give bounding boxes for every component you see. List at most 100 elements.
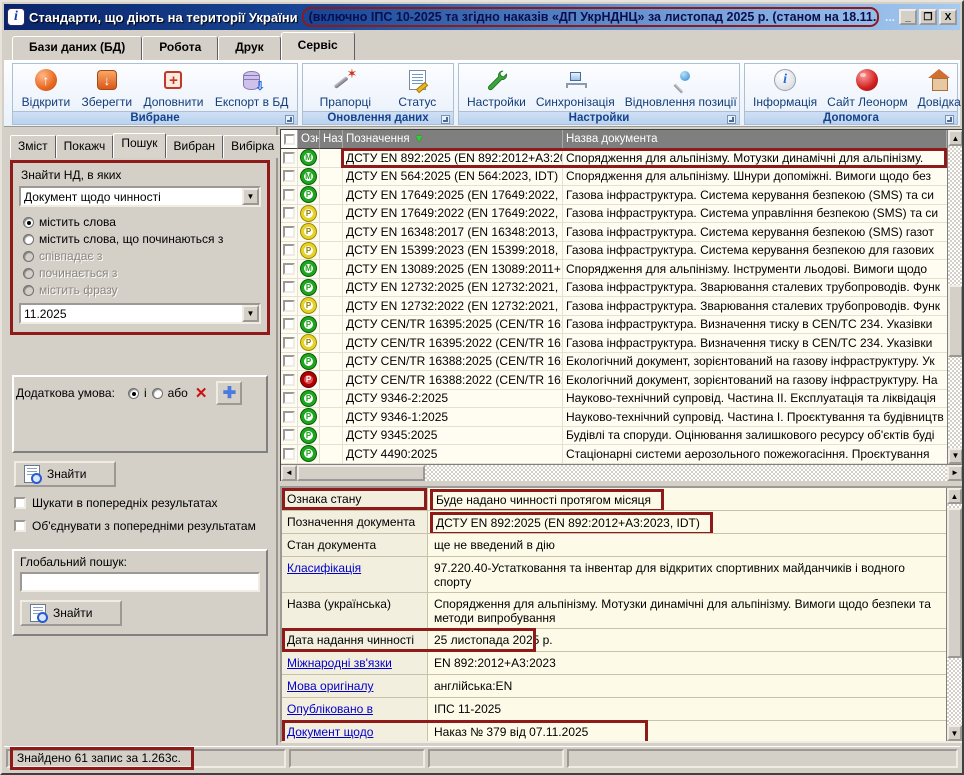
row-checkbox[interactable]: [283, 281, 295, 293]
column-header-naz[interactable]: Наз: [320, 130, 343, 149]
table-row[interactable]: PДСТУ EN 17649:2022 (EN 17649:2022,Газов…: [281, 205, 947, 224]
scroll-left-icon[interactable]: ◄: [281, 465, 297, 481]
table-row[interactable]: PДСТУ EN 17649:2025 (EN 17649:2022,Газов…: [281, 186, 947, 205]
search-value-combobox[interactable]: 11.2025 ▼: [19, 303, 261, 324]
close-button[interactable]: X: [939, 9, 957, 25]
vscroll-thumb[interactable]: [947, 508, 962, 658]
toolbar-button-відновлення-позиції[interactable]: Відновлення позиції: [621, 66, 741, 111]
tab-databases[interactable]: Бази даних (БД): [12, 36, 142, 60]
table-row[interactable]: PДСТУ 9346-2:2025Науково-технічний супро…: [281, 390, 947, 409]
row-checkbox[interactable]: [283, 392, 295, 404]
table-row[interactable]: PДСТУ CEN/TR 16395:2025 (CEN/TR 16:Газов…: [281, 316, 947, 335]
or-radio[interactable]: [152, 388, 163, 399]
global-search-input[interactable]: [20, 572, 260, 592]
sidebar-tab-selection[interactable]: Вибірка: [223, 135, 282, 158]
tab-print[interactable]: Друк: [218, 36, 280, 60]
row-checkbox[interactable]: [283, 226, 295, 238]
select-all-header-cell[interactable]: [281, 130, 298, 149]
sidebar-tab-index[interactable]: Покажч: [56, 135, 114, 158]
toolbar-button-доповнити[interactable]: +Доповнити: [139, 66, 207, 111]
search-field-combobox[interactable]: Документ щодо чинності ▼: [19, 186, 261, 207]
toolbar-button-сайт-леонорм[interactable]: Сайт Леонорм: [823, 66, 911, 111]
toolbar-button-прапорці[interactable]: Прапорці: [316, 66, 375, 111]
toolbar-button-зберегти[interactable]: ↓Зберегти: [78, 66, 137, 111]
row-checkbox[interactable]: [283, 318, 295, 330]
hscroll-thumb[interactable]: [297, 465, 425, 481]
row-checkbox[interactable]: [283, 355, 295, 367]
tab-service[interactable]: Сервіс: [281, 32, 355, 60]
toolbar-button-експорт-в-бд[interactable]: Експорт в БД: [211, 66, 293, 111]
table-row[interactable]: PДСТУ 9346-1:2025Науково-технічний супро…: [281, 408, 947, 427]
row-checkbox[interactable]: [283, 411, 295, 423]
and-radio[interactable]: [128, 388, 139, 399]
table-row[interactable]: PДСТУ 4490:2025Стаціонарні системи аероз…: [281, 445, 947, 464]
radio-button[interactable]: [23, 217, 34, 228]
tab-work[interactable]: Робота: [142, 36, 218, 60]
chevron-down-icon[interactable]: ▼: [242, 305, 259, 322]
sidebar-tab-content[interactable]: Зміст: [10, 135, 56, 158]
row-checkbox[interactable]: [283, 244, 295, 256]
table-row[interactable]: PДСТУ CEN/TR 16388:2022 (CEN/TR 16:Еколо…: [281, 371, 947, 390]
toolbar-button-інформація[interactable]: iІнформація: [749, 66, 821, 111]
details-link[interactable]: Міжнародні зв'язки: [287, 656, 392, 670]
column-header-name[interactable]: Назва документа: [563, 130, 947, 149]
table-row[interactable]: PДСТУ CEN/TR 16388:2025 (CEN/TR 16:Еколо…: [281, 353, 947, 372]
toolbar-button-настройки[interactable]: Настройки: [463, 66, 530, 111]
row-checkbox[interactable]: [283, 300, 295, 312]
add-condition-button[interactable]: ✚: [216, 381, 242, 405]
remove-condition-icon[interactable]: ✕: [195, 384, 208, 402]
column-header-designation[interactable]: Позначення ▼: [343, 130, 563, 149]
dialog-launcher-icon[interactable]: [727, 115, 736, 124]
table-row[interactable]: PДСТУ EN 12732:2022 (EN 12732:2021,Газов…: [281, 297, 947, 316]
global-find-button[interactable]: Знайти: [20, 600, 122, 626]
results-vertical-scrollbar[interactable]: ▲ ▼: [947, 130, 963, 464]
table-row[interactable]: PДСТУ 9345:2025Будівлі та споруди. Оціню…: [281, 427, 947, 446]
scroll-down-icon[interactable]: ▼: [948, 448, 963, 464]
row-checkbox[interactable]: [283, 337, 295, 349]
table-row[interactable]: MДСТУ EN 892:2025 (EN 892:2012+A3:20Спор…: [281, 149, 947, 168]
row-checkbox[interactable]: [283, 448, 295, 460]
table-row[interactable]: PДСТУ EN 16348:2017 (EN 16348:2013,Газов…: [281, 223, 947, 242]
row-checkbox[interactable]: [283, 170, 295, 182]
chevron-down-icon[interactable]: ▼: [242, 188, 259, 205]
minimize-button[interactable]: _: [899, 9, 917, 25]
checkbox[interactable]: [14, 497, 26, 509]
details-link[interactable]: Документ щодо чинності: [287, 725, 373, 741]
toolbar-button-відкрити[interactable]: ↑Відкрити: [18, 66, 75, 111]
table-row[interactable]: MДСТУ EN 564:2025 (EN 564:2023, IDT)Спор…: [281, 168, 947, 187]
details-vertical-scrollbar[interactable]: ▲ ▼: [946, 488, 962, 741]
radio-button[interactable]: [23, 234, 34, 245]
table-row[interactable]: PДСТУ CEN/TR 16395:2022 (CEN/TR 16:Газов…: [281, 334, 947, 353]
row-checkbox[interactable]: [283, 263, 295, 275]
toolbar-button-статус[interactable]: Статус: [394, 66, 440, 111]
row-checkbox[interactable]: [283, 189, 295, 201]
details-link[interactable]: Класифікація: [287, 561, 361, 575]
vscroll-thumb[interactable]: [948, 285, 963, 357]
dialog-launcher-icon[interactable]: [945, 115, 954, 124]
scroll-right-icon[interactable]: ►: [947, 465, 963, 481]
table-row[interactable]: MДСТУ EN 13089:2025 (EN 13089:2011+Споря…: [281, 260, 947, 279]
toolbar-button-синхронізація[interactable]: Синхронізація: [532, 66, 619, 111]
sidebar-tab-search[interactable]: Пошук: [113, 133, 165, 158]
scroll-up-icon[interactable]: ▲: [947, 488, 962, 504]
row-checkbox[interactable]: [283, 207, 295, 219]
column-header-ozn[interactable]: Озн: [298, 130, 320, 149]
dialog-launcher-icon[interactable]: [285, 115, 294, 124]
row-checkbox[interactable]: [283, 152, 295, 164]
checkbox[interactable]: [14, 520, 26, 532]
row-checkbox[interactable]: [283, 429, 295, 441]
sidebar-tab-selected[interactable]: Вибран: [166, 135, 224, 158]
find-button[interactable]: Знайти: [14, 461, 116, 487]
maximize-button[interactable]: ❐: [919, 9, 937, 25]
toolbar-button-довідка[interactable]: Довідка: [914, 66, 964, 111]
scroll-down-icon[interactable]: ▼: [947, 725, 962, 741]
row-checkbox[interactable]: [283, 374, 295, 386]
details-link[interactable]: Мова оригіналу: [287, 679, 373, 693]
filter-arrow-icon[interactable]: ▼: [414, 133, 425, 145]
details-link[interactable]: Опубліковано в: [287, 702, 373, 716]
table-row[interactable]: PДСТУ EN 15399:2023 (EN 15399:2018,Газов…: [281, 242, 947, 261]
dialog-launcher-icon[interactable]: [441, 115, 450, 124]
results-horizontal-scrollbar[interactable]: ◄ ►: [281, 464, 963, 481]
table-row[interactable]: PДСТУ EN 12732:2025 (EN 12732:2021,Газов…: [281, 279, 947, 298]
scroll-up-icon[interactable]: ▲: [948, 130, 963, 146]
